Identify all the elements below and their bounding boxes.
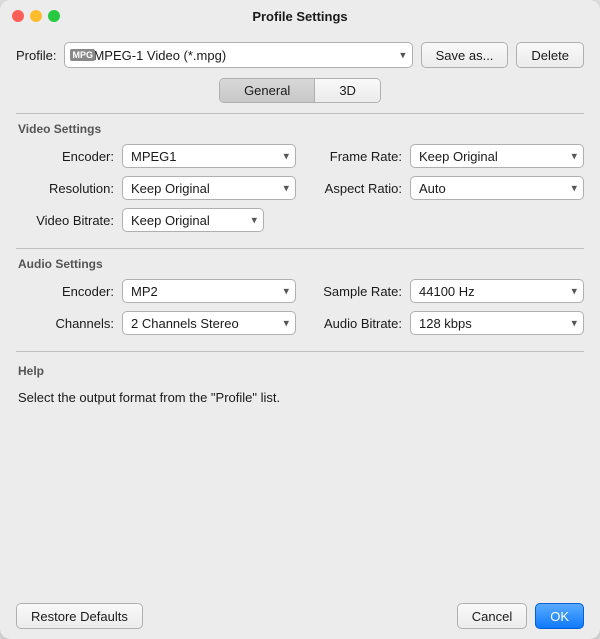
sample-rate-control: 44100 Hz 22050 Hz 48000 Hz [410, 279, 584, 303]
aspect-ratio-label: Aspect Ratio: [312, 181, 402, 196]
encoder-select[interactable]: MPEG1 MPEG2 H.264 H.265 [122, 144, 296, 168]
resolution-row: Resolution: Keep Original 320x240 640x48… [24, 176, 296, 200]
profile-settings-window: Profile Settings Profile: MPG MPEG-1 Vid… [0, 0, 600, 639]
audio-bitrate-control: 128 kbps 64 kbps 192 kbps 256 kbps [410, 311, 584, 335]
sample-rate-row: Sample Rate: 44100 Hz 22050 Hz 48000 Hz [312, 279, 584, 303]
help-header: Help [16, 364, 584, 378]
aspect-ratio-control: Auto 4:3 16:9 1:1 [410, 176, 584, 200]
tabs-row: General 3D [16, 78, 584, 103]
traffic-lights [12, 10, 60, 22]
video-bitrate-select[interactable]: Keep Original 500 kbps 1000 kbps 2000 kb… [122, 208, 264, 232]
footer-right-buttons: Cancel OK [457, 603, 584, 629]
footer: Restore Defaults Cancel OK [0, 593, 600, 639]
resolution-select[interactable]: Keep Original 320x240 640x480 1280x720 [122, 176, 296, 200]
help-section: Help Select the output format from the "… [16, 356, 584, 409]
encoder-row: Encoder: MPEG1 MPEG2 H.264 H.265 [24, 144, 296, 168]
audio-encoder-label: Encoder: [24, 284, 114, 299]
maximize-button[interactable] [48, 10, 60, 22]
encoder-control: MPEG1 MPEG2 H.264 H.265 [122, 144, 296, 168]
audio-settings-section: Audio Settings Encoder: MP2 MP3 AAC AC3 [16, 249, 584, 335]
aspect-ratio-select[interactable]: Auto 4:3 16:9 1:1 [410, 176, 584, 200]
tab-3d[interactable]: 3D [315, 79, 380, 102]
save-as-button[interactable]: Save as... [421, 42, 509, 68]
profile-row: Profile: MPG MPEG-1 Video (*.mpg) MPEG-2… [16, 42, 584, 68]
audio-encoder-select[interactable]: MP2 MP3 AAC AC3 [122, 279, 296, 303]
audio-bitrate-select[interactable]: 128 kbps 64 kbps 192 kbps 256 kbps [410, 311, 584, 335]
frame-rate-select[interactable]: Keep Original 24 fps 25 fps 30 fps [410, 144, 584, 168]
frame-rate-row: Frame Rate: Keep Original 24 fps 25 fps … [312, 144, 584, 168]
audio-encoder-row: Encoder: MP2 MP3 AAC AC3 [24, 279, 296, 303]
channels-row: Channels: 2 Channels Stereo 1 Channel Mo… [24, 311, 296, 335]
resolution-control: Keep Original 320x240 640x480 1280x720 [122, 176, 296, 200]
audio-encoder-control: MP2 MP3 AAC AC3 [122, 279, 296, 303]
help-text: Select the output format from the "Profi… [16, 386, 584, 409]
frame-rate-label: Frame Rate: [312, 149, 402, 164]
sample-rate-select[interactable]: 44100 Hz 22050 Hz 48000 Hz [410, 279, 584, 303]
minimize-button[interactable] [30, 10, 42, 22]
frame-rate-control: Keep Original 24 fps 25 fps 30 fps [410, 144, 584, 168]
audio-bitrate-row: Audio Bitrate: 128 kbps 64 kbps 192 kbps… [312, 311, 584, 335]
audio-bitrate-label: Audio Bitrate: [312, 316, 402, 331]
ok-button[interactable]: OK [535, 603, 584, 629]
divider-help [16, 351, 584, 352]
tab-group: General 3D [219, 78, 381, 103]
channels-select[interactable]: 2 Channels Stereo 1 Channel Mono 6 Chann… [122, 311, 296, 335]
video-bitrate-label: Video Bitrate: [24, 213, 114, 228]
video-settings-header: Video Settings [16, 122, 584, 136]
aspect-ratio-row: Aspect Ratio: Auto 4:3 16:9 1:1 [312, 176, 584, 200]
video-bitrate-row: Video Bitrate: Keep Original 500 kbps 10… [16, 208, 584, 232]
window-title: Profile Settings [252, 9, 347, 24]
sample-rate-label: Sample Rate: [312, 284, 402, 299]
video-settings-section: Video Settings Encoder: MPEG1 MPEG2 H.26… [16, 114, 584, 232]
audio-settings-grid: Encoder: MP2 MP3 AAC AC3 Sample Rate: [16, 279, 584, 335]
channels-control: 2 Channels Stereo 1 Channel Mono 6 Chann… [122, 311, 296, 335]
main-content: Profile: MPG MPEG-1 Video (*.mpg) MPEG-2… [0, 32, 600, 593]
audio-settings-header: Audio Settings [16, 257, 584, 271]
video-settings-grid: Encoder: MPEG1 MPEG2 H.264 H.265 Frame R… [16, 144, 584, 200]
title-bar: Profile Settings [0, 0, 600, 32]
tab-general[interactable]: General [220, 79, 315, 102]
encoder-label: Encoder: [24, 149, 114, 164]
profile-select[interactable]: MPEG-1 Video (*.mpg) MPEG-2 Video (*.mpg… [64, 42, 412, 68]
close-button[interactable] [12, 10, 24, 22]
delete-button[interactable]: Delete [516, 42, 584, 68]
profile-select-wrapper: MPG MPEG-1 Video (*.mpg) MPEG-2 Video (*… [64, 42, 412, 68]
video-bitrate-control: Keep Original 500 kbps 1000 kbps 2000 kb… [122, 208, 264, 232]
restore-defaults-button[interactable]: Restore Defaults [16, 603, 143, 629]
cancel-button[interactable]: Cancel [457, 603, 527, 629]
resolution-label: Resolution: [24, 181, 114, 196]
channels-label: Channels: [24, 316, 114, 331]
profile-label: Profile: [16, 48, 56, 63]
